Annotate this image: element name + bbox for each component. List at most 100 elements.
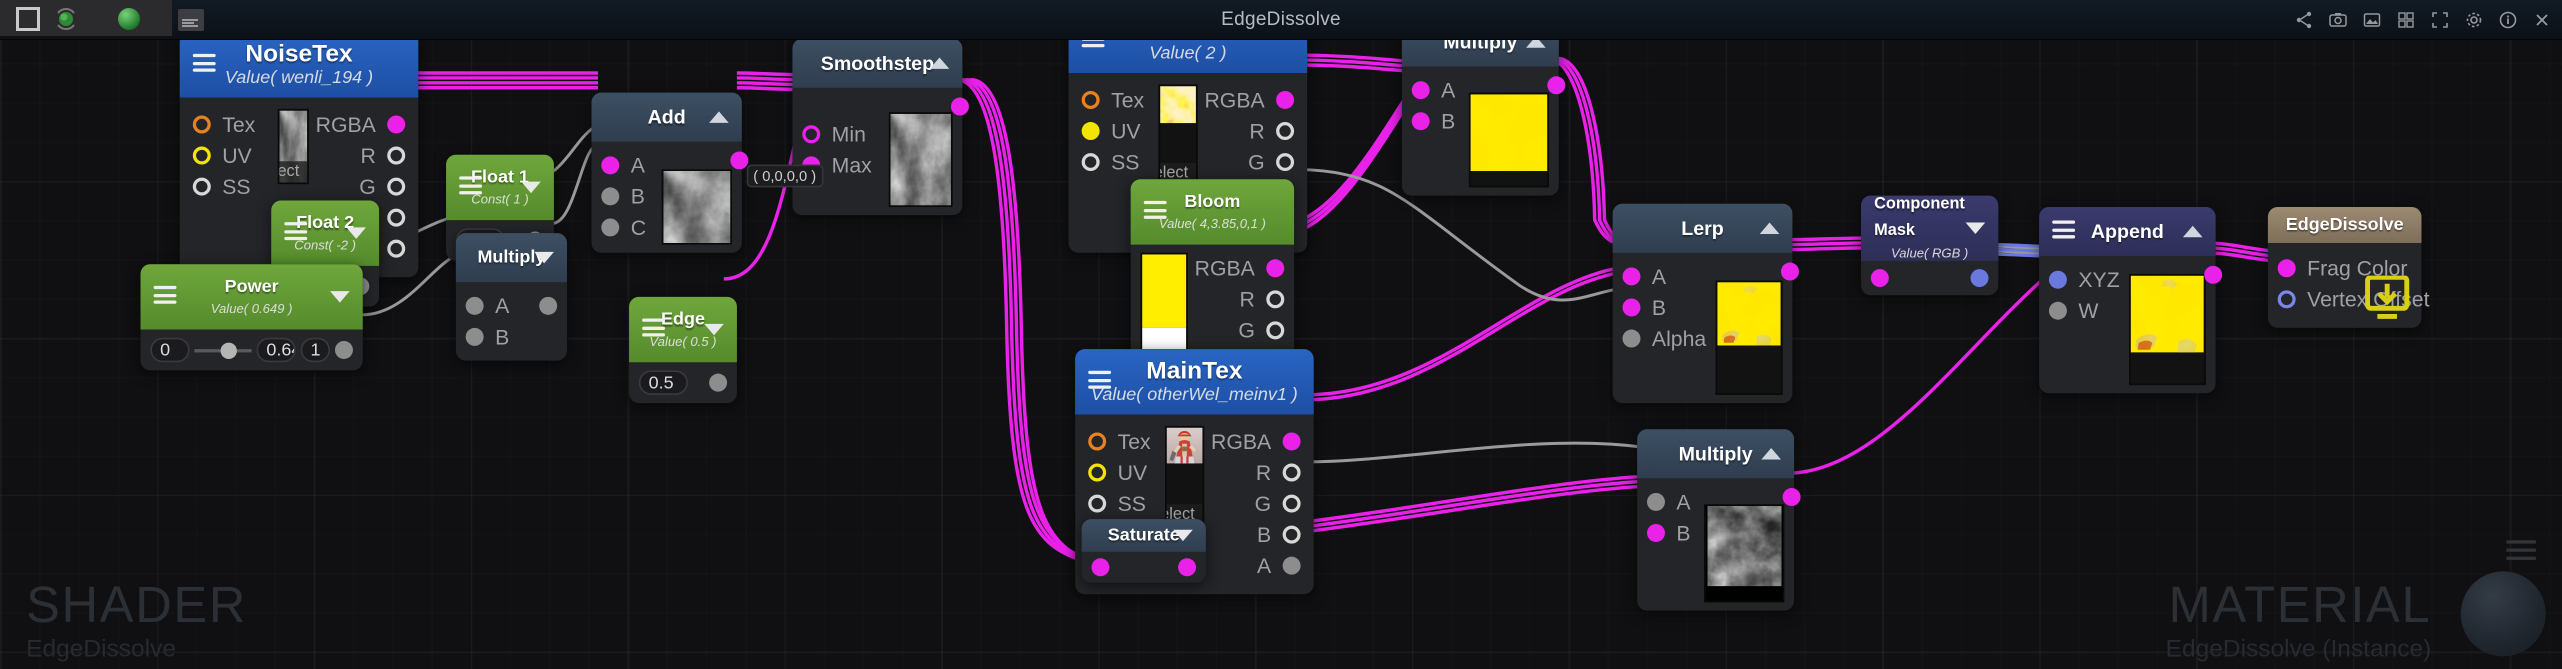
texture-preview[interactable] — [1468, 93, 1549, 188]
material-menu-icon[interactable] — [2506, 541, 2536, 567]
node-multiply-bottom[interactable]: Multiply A B — [1637, 429, 1801, 612]
texture-preview[interactable] — [888, 112, 953, 208]
port-dot[interactable] — [1622, 330, 1641, 348]
node-multiply-top[interactable]: Multiply A B — [1401, 24, 1566, 197]
port-dot[interactable] — [1282, 463, 1301, 482]
node-append[interactable]: Append XYZ W — [2039, 207, 2223, 394]
input-port-tex[interactable]: Tex — [192, 109, 255, 140]
input-port-min[interactable]: Min — [802, 119, 872, 150]
port-dot[interactable] — [1622, 267, 1641, 286]
port-dot[interactable] — [387, 240, 406, 259]
port-dot[interactable] — [1282, 495, 1301, 514]
node-header[interactable]: Saturate — [1081, 519, 1206, 553]
output-port-rgba[interactable]: RGBA — [1195, 253, 1285, 284]
port-dot[interactable] — [1081, 91, 1100, 110]
output-port-dot[interactable] — [1178, 558, 1197, 577]
node-header[interactable]: Multiply — [455, 233, 567, 283]
port-dot[interactable] — [1088, 432, 1107, 451]
texture-preview[interactable] — [1716, 280, 1783, 396]
output-port-b[interactable]: B — [1211, 520, 1301, 551]
input-port-b[interactable]: B — [1647, 518, 1691, 549]
texture-preview[interactable] — [662, 169, 732, 246]
node-power[interactable]: Power Value( 0.649 ) 0 0.64 1 — [140, 264, 363, 371]
port-dot[interactable] — [1647, 493, 1665, 512]
input-port-alpha[interactable]: Alpha — [1622, 323, 1706, 354]
port-dot[interactable] — [1282, 432, 1301, 451]
output-port-rgba[interactable]: RGBA — [1211, 426, 1301, 457]
input-port-a[interactable]: A — [1411, 75, 1455, 106]
input-port-a[interactable]: A — [601, 150, 646, 181]
output-port-g[interactable]: G — [1211, 489, 1301, 520]
hamburger-icon[interactable] — [153, 286, 177, 308]
port-dot[interactable] — [465, 297, 484, 316]
close-icon[interactable] — [2532, 10, 2552, 30]
port-dot[interactable] — [192, 147, 211, 165]
output-port-dot[interactable] — [539, 297, 558, 316]
node-header[interactable]: Smoothstep — [792, 39, 963, 89]
input-port-tex[interactable]: Tex — [1081, 85, 1144, 116]
node-header[interactable]: Float 1 Const( 1 ) — [446, 155, 554, 221]
port-dot[interactable] — [192, 115, 211, 134]
chevron-down-icon[interactable] — [534, 252, 554, 264]
node-header[interactable]: Bloom Value( 4,3.85,0,1 ) — [1130, 179, 1295, 246]
input-port-b[interactable]: B — [601, 181, 646, 212]
output-port-rgba[interactable]: RGBA — [1204, 85, 1295, 116]
port-dot[interactable] — [802, 125, 821, 144]
output-port-r[interactable]: R — [316, 140, 406, 171]
input-port-xyz[interactable]: XYZ — [2048, 265, 2120, 296]
node-multiply-left[interactable]: Multiply A B — [455, 233, 567, 362]
port-dot[interactable] — [1276, 122, 1295, 141]
node-edge[interactable]: Edge Value( 0.5 ) 0.5 — [629, 297, 737, 404]
output-port-r[interactable]: R — [1195, 284, 1285, 315]
input-port-ss[interactable]: SS — [1088, 489, 1150, 520]
texture-preview[interactable]: Select — [278, 109, 310, 185]
port-dot[interactable] — [2048, 271, 2067, 290]
port-dot[interactable] — [1411, 81, 1430, 100]
output-port-r[interactable]: R — [1211, 457, 1301, 488]
texture-preview[interactable] — [1703, 504, 1785, 603]
input-port-a[interactable]: A — [1622, 261, 1706, 292]
input-port-b[interactable]: B — [465, 322, 509, 353]
texture-preview[interactable]: Select — [1165, 426, 1205, 528]
color-preview[interactable] — [1140, 253, 1189, 352]
node-header[interactable]: Power Value( 0.649 ) — [140, 264, 363, 331]
node-smoothstep[interactable]: Smoothstep Min Max — [792, 39, 969, 216]
hamburger-icon[interactable] — [2052, 220, 2076, 243]
output-port-g[interactable]: G — [1195, 315, 1285, 346]
port-dot[interactable] — [1088, 495, 1107, 514]
chevron-up-icon[interactable] — [929, 57, 950, 70]
chevron-down-icon[interactable] — [330, 291, 350, 304]
graph-canvas[interactable]: NoiseTex Value( wenli_194 ) Tex UV SS Se… — [0, 24, 2562, 669]
value-field[interactable]: 0.64 — [256, 338, 296, 363]
share-icon[interactable] — [2294, 10, 2314, 30]
max-field[interactable]: 1 — [300, 338, 331, 363]
node-header[interactable]: MainTex Value( otherWel_meinv1 ) — [1075, 349, 1314, 415]
chevron-up-icon[interactable] — [1761, 448, 1781, 460]
input-port-ss[interactable]: SS — [192, 172, 255, 203]
port-dot[interactable] — [1081, 153, 1100, 172]
output-port-a[interactable]: A — [1211, 551, 1301, 582]
port-dot[interactable] — [1282, 557, 1301, 576]
node-header[interactable]: Add — [591, 93, 742, 143]
port-dot[interactable] — [1411, 112, 1430, 131]
input-port-dot[interactable] — [1870, 269, 1889, 288]
port-dot[interactable] — [1622, 298, 1641, 317]
port-dot[interactable] — [1647, 524, 1665, 543]
port-dot[interactable] — [1088, 463, 1107, 482]
node-edgedissolve-output[interactable]: EdgeDissolve Frag Color Vertex Offset — [2267, 207, 2430, 329]
port-dot[interactable] — [1266, 321, 1285, 340]
port-dot[interactable] — [387, 178, 406, 197]
output-port-dot[interactable] — [334, 341, 353, 360]
output-port-r[interactable]: R — [1204, 116, 1295, 147]
input-port-w[interactable]: W — [2048, 296, 2120, 327]
port-dot[interactable] — [601, 187, 620, 206]
input-port-dot[interactable] — [1091, 558, 1110, 577]
port-dot[interactable] — [2048, 302, 2067, 321]
output-port-dot[interactable] — [709, 374, 728, 393]
expand-icon[interactable] — [2430, 10, 2450, 30]
port-dot[interactable] — [601, 218, 620, 237]
output-port-dot[interactable] — [1970, 269, 1989, 288]
value-slider[interactable] — [194, 342, 252, 359]
select-label[interactable]: Select — [279, 161, 308, 183]
chevron-up-icon[interactable] — [2182, 226, 2203, 238]
